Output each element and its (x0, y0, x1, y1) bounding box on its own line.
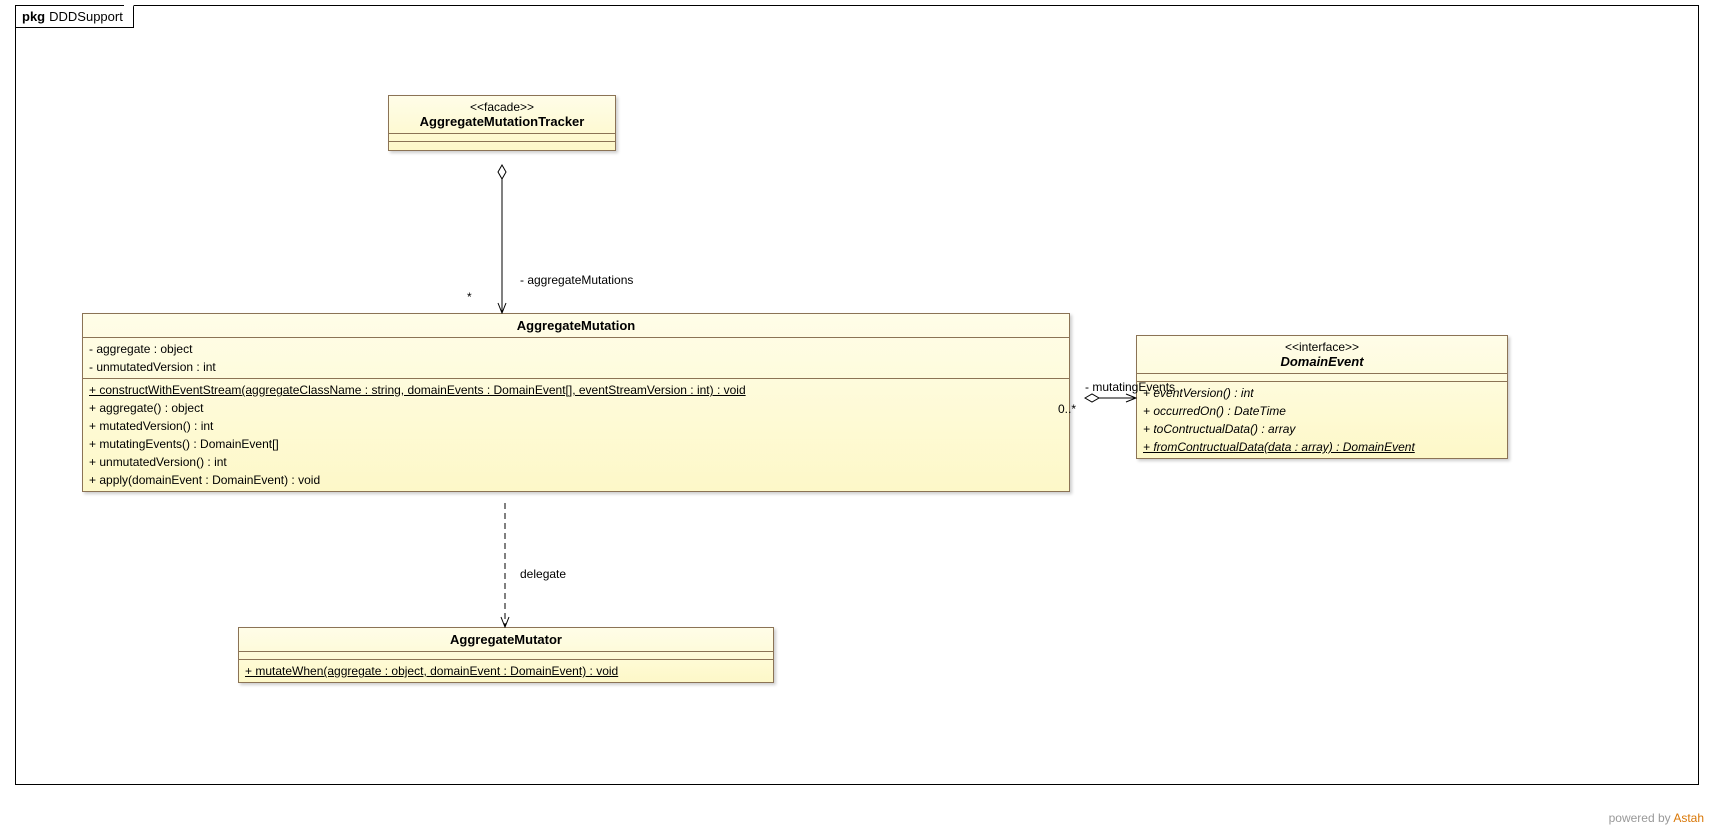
stereotype: <<facade>> (399, 100, 605, 114)
op: + apply(domainEvent : DomainEvent) : voi… (89, 471, 1063, 489)
op: + mutatedVersion() : int (89, 417, 1063, 435)
class-name: AggregateMutation (517, 318, 635, 333)
op: + mutateWhen(aggregate : object, domainE… (245, 662, 767, 680)
class-attrs (239, 652, 773, 660)
stereotype: <<interface>> (1147, 340, 1497, 354)
class-ops: + constructWithEventStream(aggregateClas… (83, 379, 1069, 491)
class-attrs: - aggregate : object - unmutatedVersion … (83, 338, 1069, 379)
class-header: AggregateMutation (83, 314, 1069, 338)
attr: - unmutatedVersion : int (89, 358, 1063, 376)
op: + unmutatedVersion() : int (89, 453, 1063, 471)
op: + eventVersion() : int (1143, 384, 1501, 402)
class-attrs (389, 134, 615, 142)
op: + occurredOn() : DateTime (1143, 402, 1501, 420)
assoc-multiplicity-aggregate-mutations: * (467, 290, 472, 304)
footer-credit: powered by Astah (1609, 811, 1704, 825)
class-domain-event[interactable]: <<interface>> DomainEvent + eventVersion… (1136, 335, 1508, 459)
class-aggregate-mutation[interactable]: AggregateMutation - aggregate : object -… (82, 313, 1070, 492)
class-name: AggregateMutator (450, 632, 562, 647)
class-ops: + eventVersion() : int + occurredOn() : … (1137, 382, 1507, 458)
class-aggregate-mutation-tracker[interactable]: <<facade>> AggregateMutationTracker (388, 95, 616, 151)
package-keyword: pkg (22, 9, 45, 24)
footer-name: Astah (1673, 811, 1704, 825)
attr: - aggregate : object (89, 340, 1063, 358)
assoc-label-mutating-events: - mutatingEvents (1085, 380, 1175, 394)
package-name: DDDSupport (49, 9, 123, 24)
class-header: <<interface>> DomainEvent (1137, 336, 1507, 374)
class-name: DomainEvent (1280, 354, 1363, 369)
op: + toContructualData() : array (1143, 420, 1501, 438)
op: + aggregate() : object (89, 399, 1063, 417)
class-attrs (1137, 374, 1507, 382)
assoc-multiplicity-mutating-events: 0..* (1058, 402, 1076, 416)
op: + fromContructualData(data : array) : Do… (1143, 438, 1501, 456)
class-name: AggregateMutationTracker (420, 114, 585, 129)
footer-prefix: powered by (1609, 811, 1674, 825)
op: + mutatingEvents() : DomainEvent[] (89, 435, 1063, 453)
class-ops: + mutateWhen(aggregate : object, domainE… (239, 660, 773, 682)
assoc-label-aggregate-mutations: - aggregateMutations (520, 273, 633, 287)
class-header: AggregateMutator (239, 628, 773, 652)
class-ops (389, 142, 615, 150)
class-header: <<facade>> AggregateMutationTracker (389, 96, 615, 134)
class-aggregate-mutator[interactable]: AggregateMutator + mutateWhen(aggregate … (238, 627, 774, 683)
op: + constructWithEventStream(aggregateClas… (89, 381, 1063, 399)
package-tab: pkg DDDSupport (15, 5, 134, 28)
assoc-label-delegate: delegate (520, 567, 566, 581)
